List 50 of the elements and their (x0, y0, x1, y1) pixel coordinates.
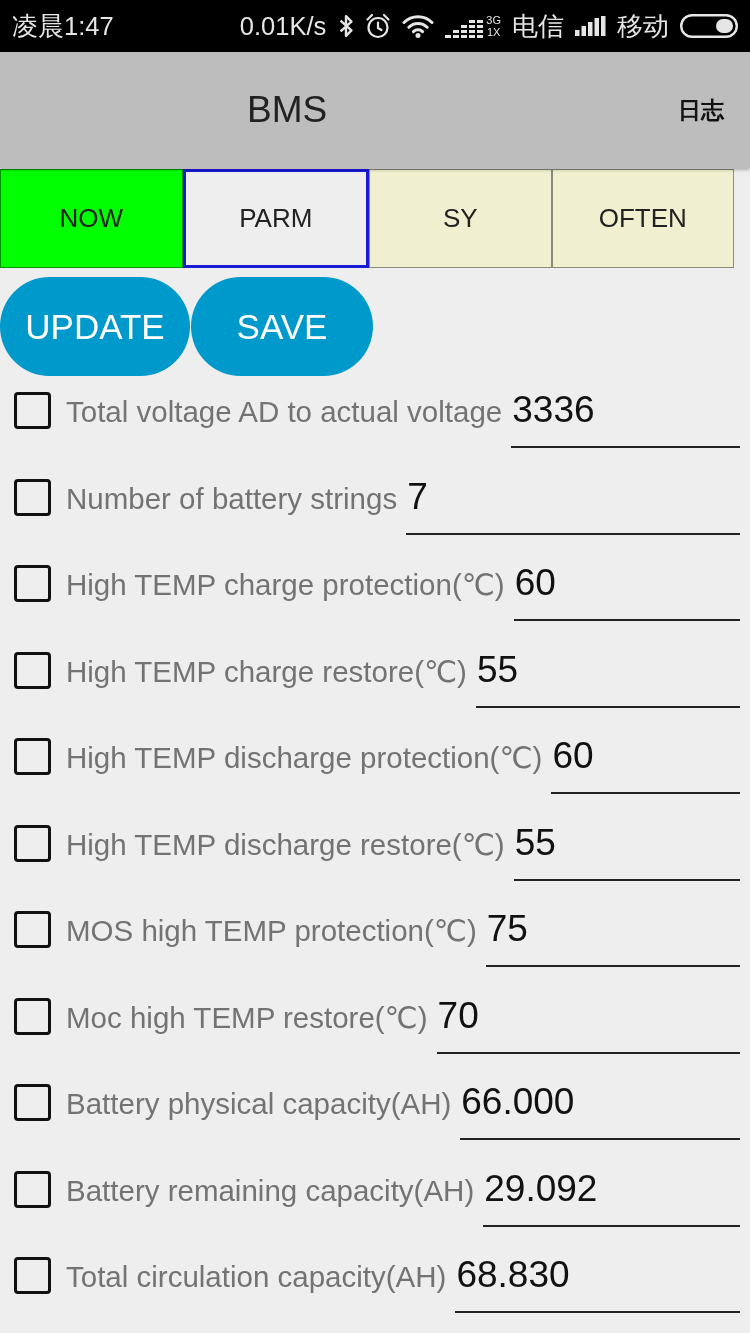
tab[interactable]: SY (369, 169, 552, 268)
checkbox[interactable] (14, 997, 51, 1035)
checkbox[interactable] (14, 1257, 51, 1294)
input-field[interactable]: 70 (436, 981, 740, 1054)
alarm-clock-icon (365, 13, 392, 39)
input-field[interactable]: 68.830 (455, 1241, 740, 1313)
tab[interactable]: OFTEN (551, 169, 734, 268)
checkbox[interactable] (14, 651, 51, 689)
parameter-label: Battery physical capacity(AH) (66, 1086, 452, 1122)
network-type-label: 1X (486, 26, 501, 38)
checkbox[interactable] (14, 1170, 51, 1208)
input-field[interactable]: 75 (485, 895, 740, 967)
input-field[interactable]: 66.000 (460, 1068, 740, 1140)
input-field[interactable]: 3336 (511, 376, 740, 448)
carrier-name: 电信 (512, 10, 564, 42)
input-field[interactable]: 55 (513, 808, 740, 881)
checkbox[interactable] (14, 565, 51, 602)
tab[interactable]: NOW (0, 169, 183, 268)
log-button[interactable]: 日志 (678, 94, 724, 126)
carrier-name: 移动 (617, 10, 669, 42)
parameter-label: MOS high TEMP protection(℃) (66, 913, 477, 949)
signal-bars-icon (575, 16, 606, 36)
battery-icon (680, 14, 738, 38)
checkbox[interactable] (14, 1084, 51, 1121)
checkbox[interactable] (14, 392, 51, 429)
parameter-label: Number of battery strings (66, 480, 398, 517)
clock-time: 凌晨1:47 (12, 10, 114, 42)
checkbox[interactable] (14, 911, 51, 948)
input-field[interactable]: 29.092 (483, 1154, 740, 1227)
checkbox[interactable] (14, 738, 51, 775)
parameter-label: Total voltage AD to actual voltage (66, 394, 503, 430)
checkbox[interactable] (14, 824, 51, 862)
input-field[interactable]: 7 (406, 462, 740, 535)
parameter-label: Total circulation capacity(AH) (66, 1259, 447, 1295)
wifi-icon (402, 14, 435, 38)
parameter-label: Moc high TEMP restore(℃) (66, 999, 428, 1036)
checkbox[interactable] (14, 478, 51, 516)
input-field[interactable]: 55 (475, 635, 740, 708)
parameter-label: Battery remaining capacity(AH) (66, 1172, 475, 1209)
network-speed: 0.01K/s (239, 11, 327, 41)
tab[interactable]: PARM (182, 169, 369, 268)
bluetooth-icon (338, 14, 355, 38)
input-field[interactable]: 60 (513, 549, 740, 621)
parameter-label: High TEMP discharge protection(℃) (66, 740, 543, 776)
parameter-label: High TEMP charge protection(℃) (66, 567, 505, 603)
app-title: BMS (247, 89, 328, 131)
parameter-label: High TEMP charge restore(℃) (66, 653, 467, 690)
network-type-label: 3G (486, 14, 501, 26)
parameter-label: High TEMP discharge restore(℃) (66, 826, 505, 863)
input-field[interactable]: 60 (551, 722, 740, 794)
